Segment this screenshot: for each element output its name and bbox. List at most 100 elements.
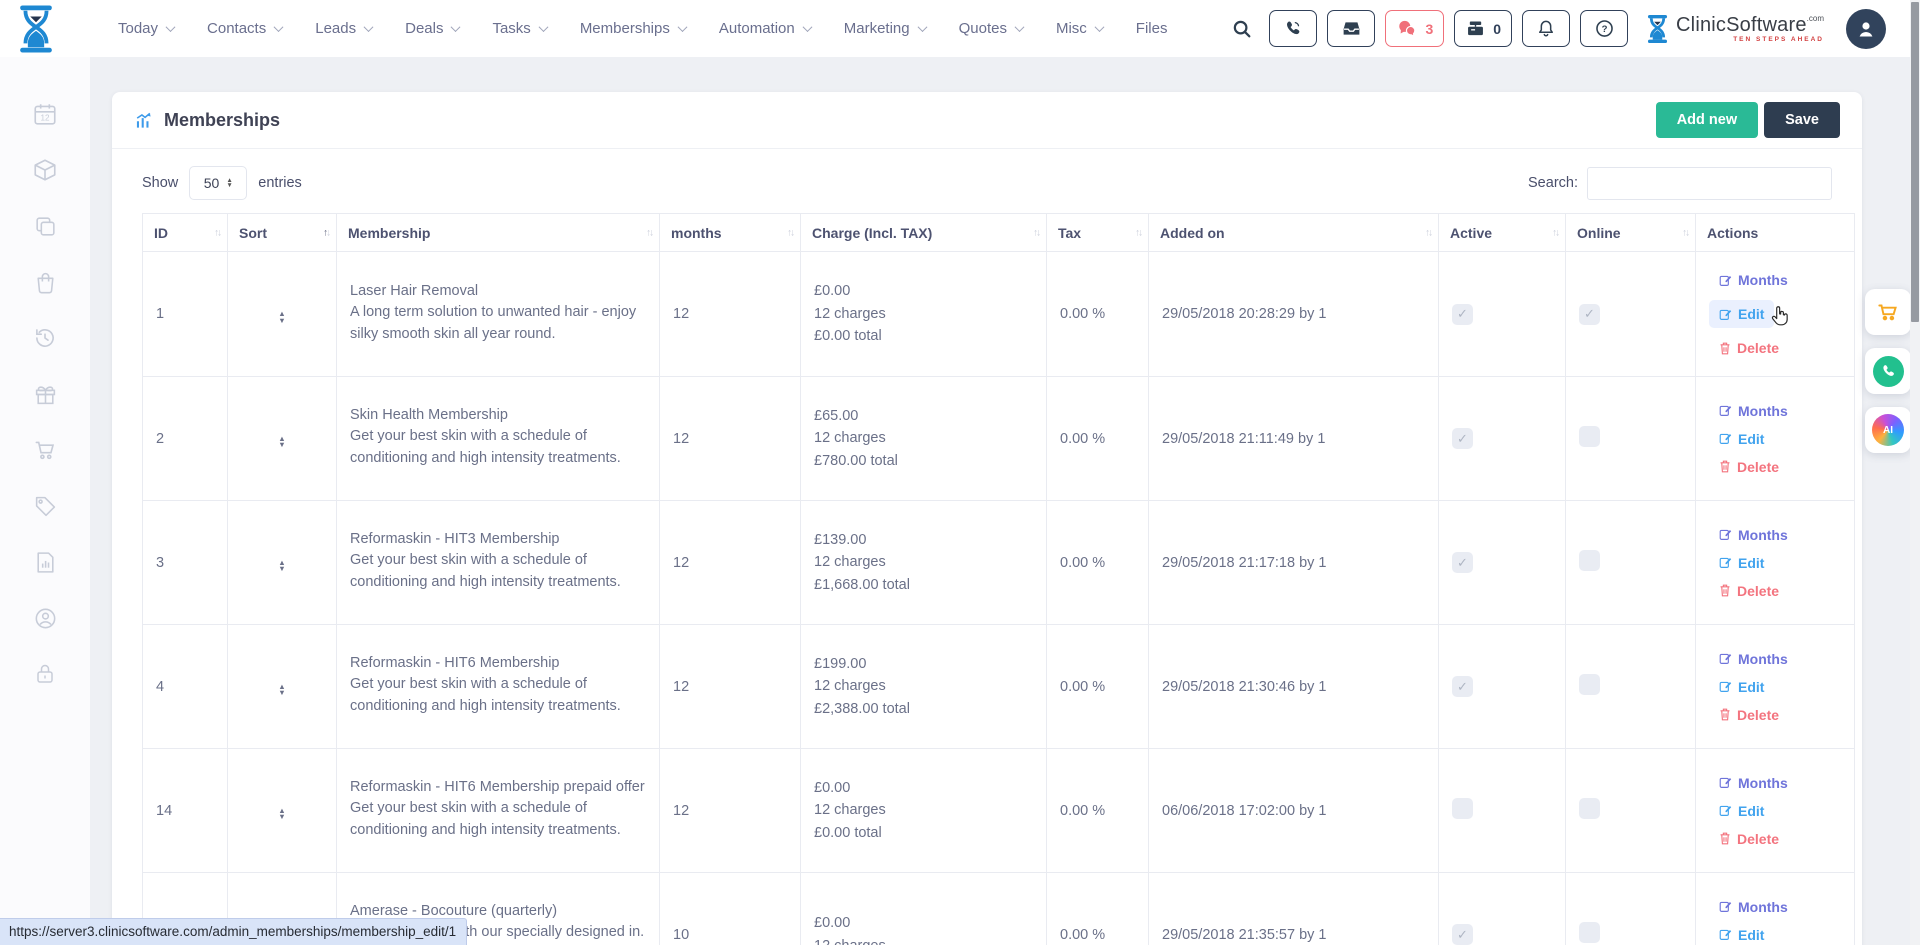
- price-tag-icon[interactable]: [31, 493, 59, 519]
- active-checkbox[interactable]: [1452, 304, 1473, 325]
- page-scrollbar[interactable]: [1910, 0, 1920, 945]
- charge-amount: £199.00: [814, 653, 1033, 675]
- online-checkbox[interactable]: [1579, 426, 1600, 447]
- report-icon[interactable]: [31, 549, 59, 575]
- row-sort-handle[interactable]: ▲▼: [278, 560, 285, 573]
- online-checkbox[interactable]: [1579, 798, 1600, 819]
- column-header-id[interactable]: ID↑↓: [143, 214, 228, 252]
- active-checkbox[interactable]: [1452, 676, 1473, 697]
- membership-name[interactable]: Laser Hair Removal: [350, 283, 646, 299]
- months-link[interactable]: Months: [1719, 651, 1788, 667]
- row-sort-handle[interactable]: ▲▼: [278, 684, 285, 697]
- row-sort-handle[interactable]: ▲▼: [278, 808, 285, 821]
- row-sort-handle[interactable]: ▲▼: [278, 311, 285, 324]
- search-icon[interactable]: [1231, 18, 1253, 40]
- column-header-charge-incl-tax[interactable]: Charge (Incl. TAX)↑↓: [801, 214, 1047, 252]
- shopping-bag-icon[interactable]: [31, 269, 59, 295]
- months-link[interactable]: Months: [1719, 272, 1788, 288]
- package-icon[interactable]: [31, 157, 59, 183]
- active-checkbox[interactable]: [1452, 428, 1473, 449]
- active-checkbox[interactable]: [1452, 924, 1473, 945]
- nav-item-deals[interactable]: Deals: [405, 20, 459, 37]
- membership-name[interactable]: Skin Health Membership: [350, 407, 646, 423]
- gift-icon[interactable]: [31, 381, 59, 407]
- nav-item-today[interactable]: Today: [118, 20, 174, 37]
- months-link[interactable]: Months: [1719, 403, 1788, 419]
- page-size-select[interactable]: 50 ▲▼: [189, 166, 247, 200]
- floating-phone-button[interactable]: [1865, 348, 1911, 394]
- membership-description: A long term solution to unwanted hair - …: [350, 302, 646, 346]
- membership-name[interactable]: Reformaskin - HIT6 Membership prepaid of…: [350, 779, 646, 795]
- edit-square-icon: [1719, 404, 1732, 417]
- membership-tax: 0.00 %: [1047, 252, 1149, 377]
- delete-link[interactable]: Delete: [1719, 583, 1779, 599]
- months-link[interactable]: Months: [1719, 527, 1788, 543]
- months-link[interactable]: Months: [1719, 775, 1788, 791]
- edit-link[interactable]: Edit: [1719, 927, 1764, 943]
- column-header-added-on[interactable]: Added on↑↓: [1149, 214, 1439, 252]
- history-icon[interactable]: [31, 325, 59, 351]
- added-on: 29/05/2018 21:30:46 by 1: [1149, 625, 1439, 749]
- sort-arrows-icon: ↑↓: [1552, 227, 1558, 238]
- duplicate-icon[interactable]: [31, 213, 59, 239]
- edit-link[interactable]: Edit: [1719, 679, 1764, 695]
- online-checkbox[interactable]: [1579, 550, 1600, 571]
- save-button[interactable]: Save: [1764, 102, 1840, 138]
- column-header-months[interactable]: months↑↓: [660, 214, 801, 252]
- nav-item-misc[interactable]: Misc: [1056, 20, 1103, 37]
- row-sort-handle[interactable]: ▲▼: [278, 436, 285, 449]
- online-checkbox[interactable]: [1579, 304, 1600, 325]
- membership-tax: 0.00 %: [1047, 873, 1149, 945]
- floating-ai-button[interactable]: AI: [1865, 407, 1911, 453]
- edit-link[interactable]: Edit: [1719, 431, 1764, 447]
- calendar-icon[interactable]: 12: [31, 101, 59, 127]
- edit-link[interactable]: Edit: [1719, 803, 1764, 819]
- delete-link[interactable]: Delete: [1719, 707, 1779, 723]
- notifications-bell-button[interactable]: [1522, 10, 1570, 47]
- nav-item-tasks[interactable]: Tasks: [492, 20, 546, 37]
- floating-cart-button[interactable]: [1865, 289, 1911, 335]
- inbox-button[interactable]: [1327, 10, 1375, 47]
- membership-name[interactable]: Reformaskin - HIT3 Membership: [350, 531, 646, 547]
- phone-dialer-button[interactable]: [1269, 10, 1317, 47]
- lock-icon[interactable]: [31, 661, 59, 687]
- user-avatar[interactable]: [1846, 9, 1886, 49]
- nav-item-marketing[interactable]: Marketing: [844, 20, 926, 37]
- delete-link[interactable]: Delete: [1719, 831, 1779, 847]
- help-button[interactable]: ?: [1580, 10, 1628, 47]
- clinicsoftware-wordmark[interactable]: ClinicSoftware.com TEN STEPS AHEAD: [1646, 15, 1824, 43]
- active-checkbox[interactable]: [1452, 798, 1473, 819]
- edit-link[interactable]: Edit: [1709, 300, 1774, 328]
- delete-link[interactable]: Delete: [1719, 340, 1779, 356]
- online-checkbox[interactable]: [1579, 922, 1600, 943]
- column-header-membership[interactable]: Membership↑↓: [337, 214, 660, 252]
- months-link[interactable]: Months: [1719, 899, 1788, 915]
- nav-item-leads[interactable]: Leads: [315, 20, 372, 37]
- column-header-tax[interactable]: Tax↑↓: [1047, 214, 1149, 252]
- chat-messages-button[interactable]: 3: [1385, 10, 1444, 47]
- nav-item-automation[interactable]: Automation: [719, 20, 811, 37]
- scrollbar-thumb[interactable]: [1911, 2, 1919, 322]
- nav-item-label: Memberships: [580, 20, 670, 37]
- user-badge-icon[interactable]: [31, 605, 59, 631]
- online-checkbox[interactable]: [1579, 674, 1600, 695]
- column-header-active[interactable]: Active↑↓: [1439, 214, 1566, 252]
- add-new-button[interactable]: Add new: [1656, 102, 1758, 138]
- cart-icon[interactable]: [31, 437, 59, 463]
- nav-item-quotes[interactable]: Quotes: [959, 20, 1023, 37]
- column-header-online[interactable]: Online↑↓: [1566, 214, 1696, 252]
- membership-name[interactable]: Reformaskin - HIT6 Membership: [350, 655, 646, 671]
- nav-item-files[interactable]: Files: [1136, 20, 1168, 37]
- nav-item-memberships[interactable]: Memberships: [580, 20, 686, 37]
- nav-item-contacts[interactable]: Contacts: [207, 20, 282, 37]
- search-input[interactable]: [1587, 167, 1832, 200]
- edit-link[interactable]: Edit: [1719, 555, 1764, 571]
- hourglass-logo[interactable]: [16, 5, 56, 53]
- delete-link[interactable]: Delete: [1719, 459, 1779, 475]
- charge-amount: £0.00: [814, 777, 1033, 799]
- active-checkbox[interactable]: [1452, 552, 1473, 573]
- column-header-sort[interactable]: Sort↑↓: [228, 214, 337, 252]
- membership-name[interactable]: Amerase - Bocouture (quarterly): [350, 903, 646, 919]
- cash-register-button[interactable]: 0: [1454, 10, 1512, 47]
- trash-icon: [1719, 832, 1731, 845]
